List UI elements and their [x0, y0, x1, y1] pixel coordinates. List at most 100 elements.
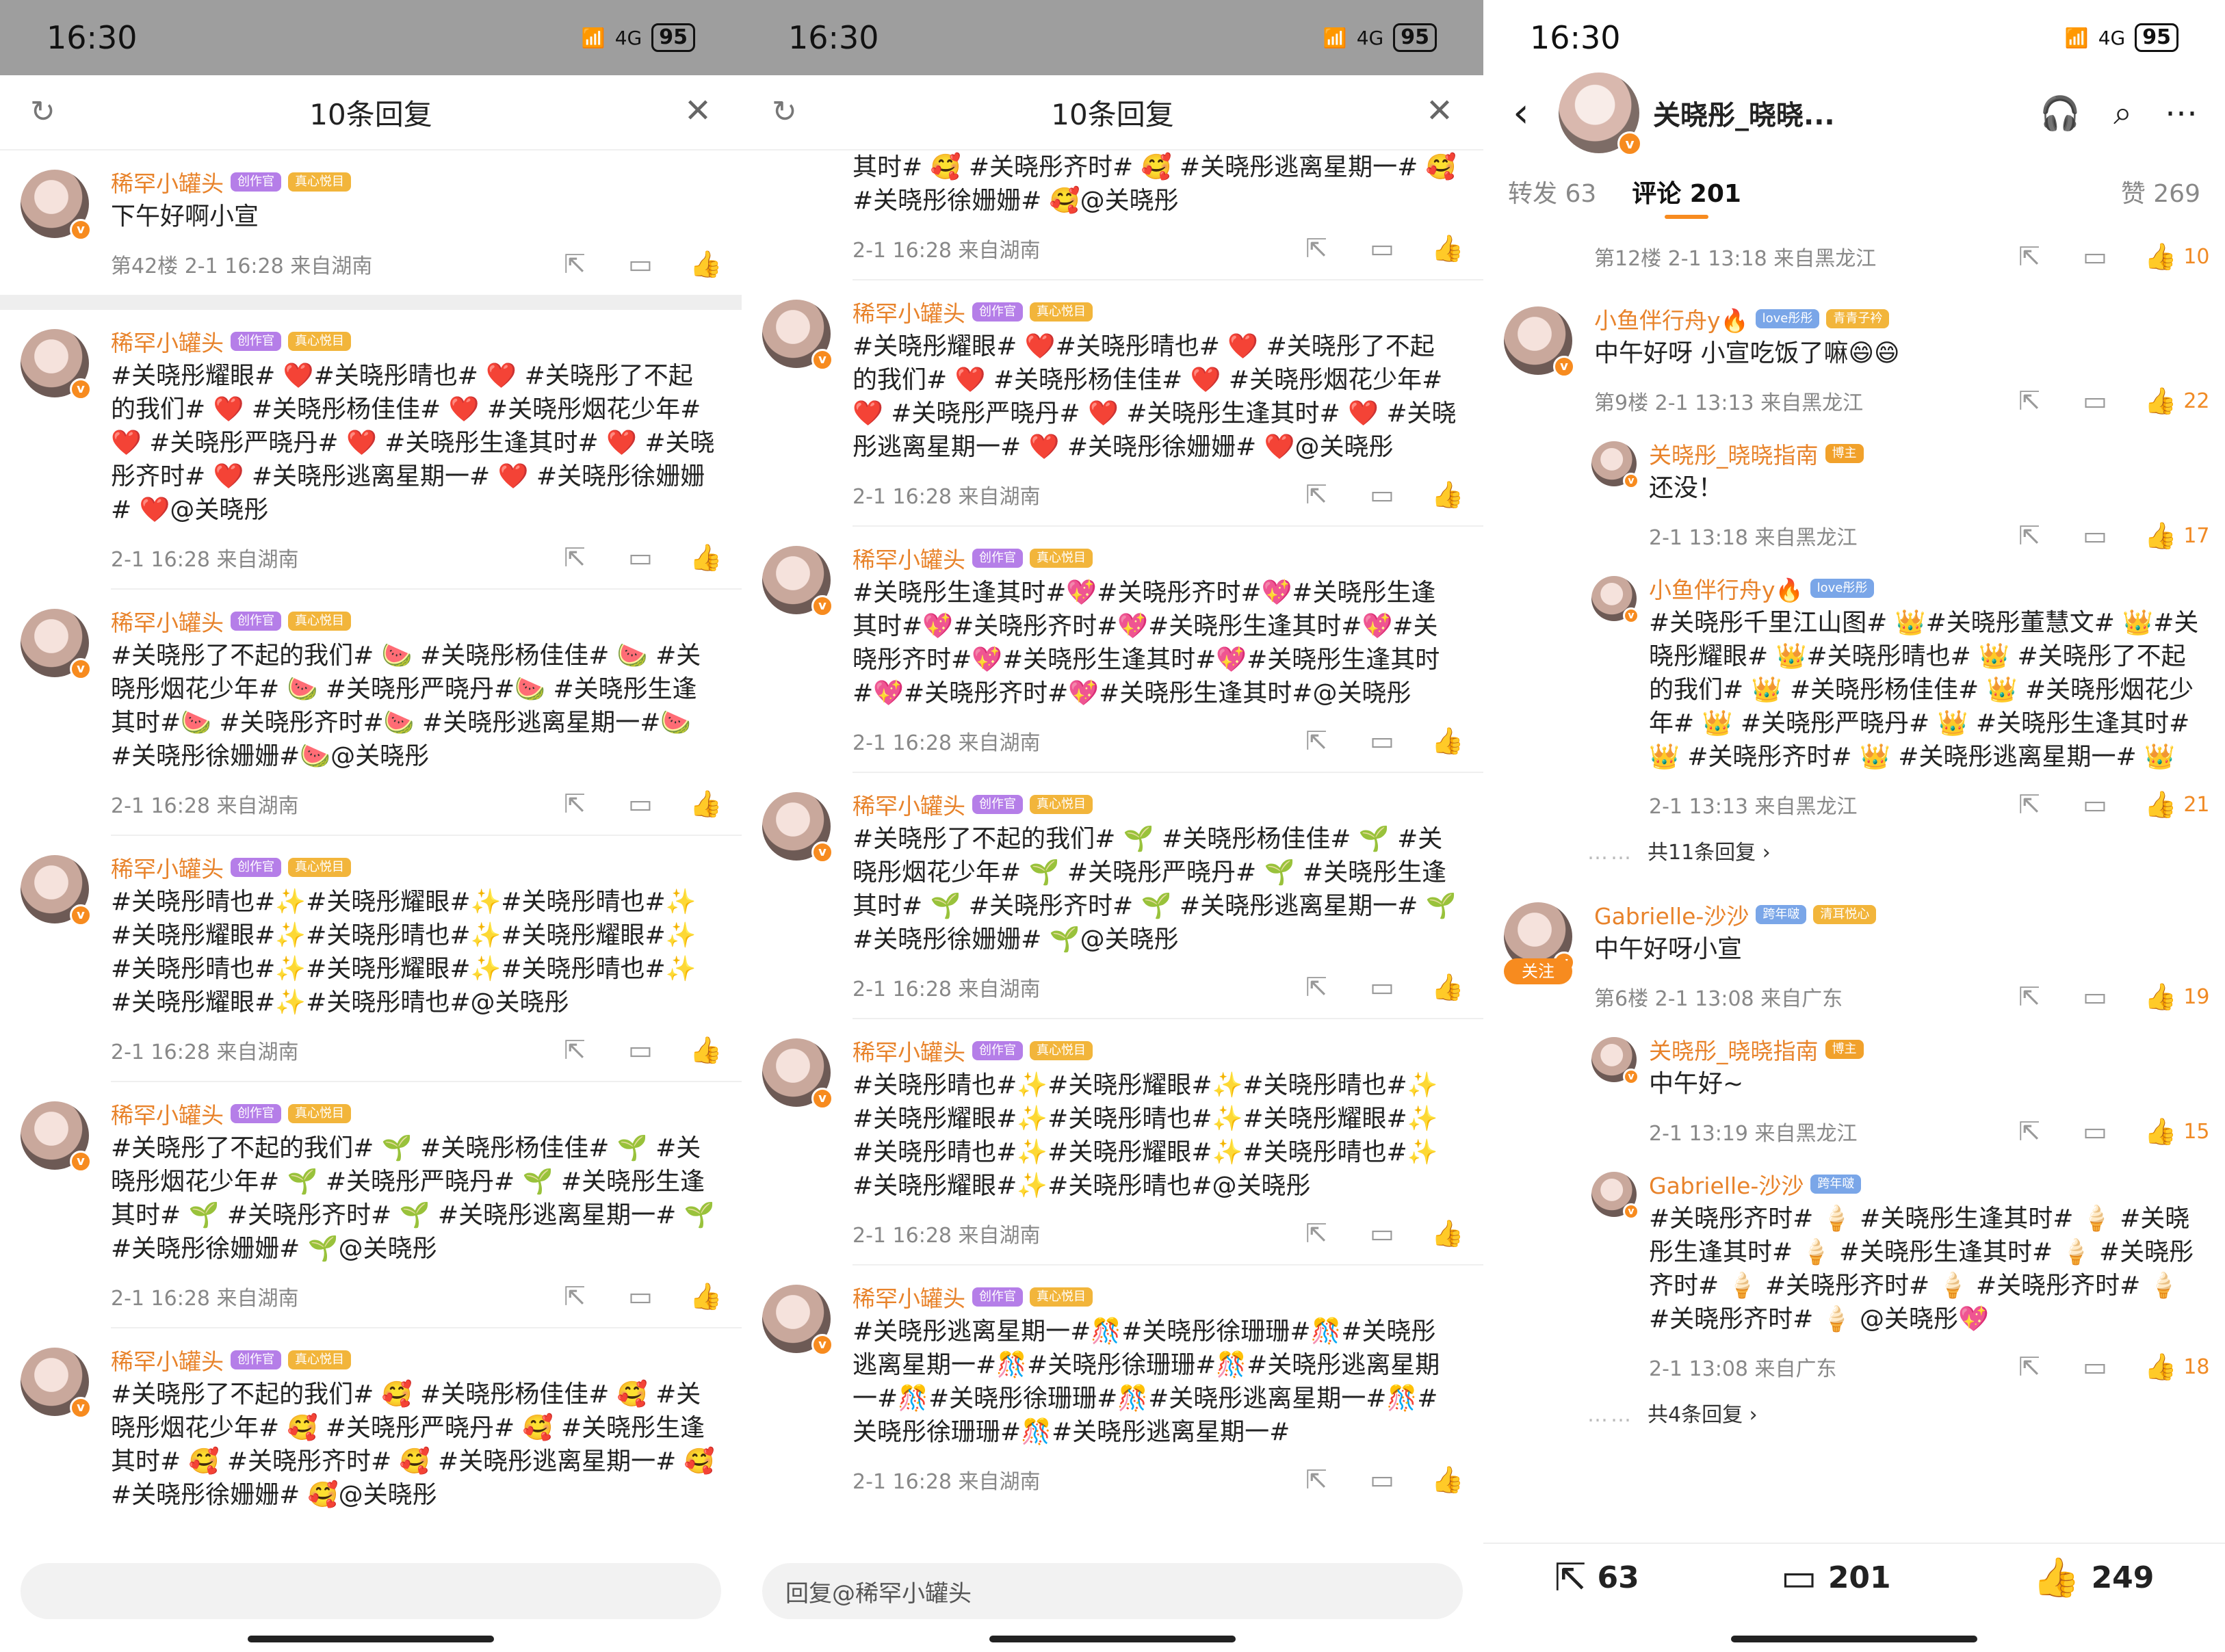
like-button[interactable]: 👍 22: [2144, 386, 2210, 417]
reply-input[interactable]: [21, 1563, 721, 1619]
share-icon[interactable]: ⇱: [558, 541, 591, 574]
comment-button[interactable]: ▭ 201: [1781, 1556, 1891, 1600]
home-indicator[interactable]: [989, 1636, 1236, 1642]
home-indicator[interactable]: [1731, 1636, 1977, 1642]
like-button[interactable]: 👍 249: [2033, 1555, 2155, 1600]
like-icon[interactable]: 👍: [1431, 1463, 1464, 1496]
tab-comments[interactable]: 评论 201: [1632, 174, 1741, 219]
comment-icon[interactable]: ▭: [624, 787, 657, 820]
repost-button[interactable]: ⇱ 63: [1554, 1556, 1639, 1600]
reply-input[interactable]: 回复@稀罕小罐头: [762, 1563, 1463, 1619]
more-replies-link[interactable]: …… 共4条回复 ›: [1483, 1398, 2225, 1445]
refresh-icon[interactable]: ↻: [30, 96, 63, 129]
comment-icon[interactable]: ▭: [1366, 1217, 1398, 1250]
avatar[interactable]: v: [21, 170, 92, 241]
share-icon[interactable]: ⇱: [2013, 519, 2046, 552]
comment-icon[interactable]: ▭: [624, 1280, 657, 1313]
close-icon[interactable]: ✕: [1423, 94, 1456, 127]
like-icon[interactable]: 👍: [690, 541, 723, 574]
like-button[interactable]: 👍 21: [2144, 789, 2210, 820]
author-avatar[interactable]: v: [1559, 73, 1642, 156]
username[interactable]: 稀罕小罐头: [853, 296, 965, 328]
username[interactable]: Gabrielle-沙沙: [1594, 898, 1749, 931]
avatar[interactable]: v: [762, 546, 833, 617]
share-icon[interactable]: ⇱: [2013, 384, 2046, 417]
comment-icon[interactable]: ▭: [2079, 788, 2111, 821]
like-icon[interactable]: 👍: [1431, 971, 1464, 1004]
username[interactable]: 稀罕小罐头: [853, 542, 965, 575]
share-icon[interactable]: ⇱: [558, 248, 591, 280]
comment-icon[interactable]: ▭: [1366, 478, 1398, 511]
reply-avatar[interactable]: v: [1591, 576, 1639, 624]
reply-avatar[interactable]: v: [1591, 1172, 1639, 1220]
reply-avatar[interactable]: v: [1591, 441, 1639, 489]
username[interactable]: 关晓彤_晓晓指南: [1649, 1033, 1819, 1066]
search-icon[interactable]: ⌕: [2113, 94, 2132, 133]
share-icon[interactable]: ⇱: [1300, 478, 1333, 511]
tab-likes[interactable]: 赞 269: [2121, 174, 2200, 209]
refresh-icon[interactable]: ↻: [772, 96, 805, 129]
like-icon[interactable]: 👍: [690, 1280, 723, 1313]
username[interactable]: 稀罕小罐头: [111, 1097, 224, 1130]
share-icon[interactable]: ⇱: [1300, 232, 1333, 265]
tab-repost[interactable]: 转发 63: [1508, 174, 1596, 209]
home-indicator[interactable]: [248, 1636, 494, 1642]
like-icon[interactable]: 👍: [1431, 232, 1464, 265]
share-icon[interactable]: ⇱: [2013, 1115, 2046, 1148]
comment-icon[interactable]: ▭: [624, 1034, 657, 1066]
more-replies-link[interactable]: …… 共11条回复 ›: [1483, 835, 2225, 883]
avatar[interactable]: v: [762, 1038, 833, 1110]
share-icon[interactable]: ⇱: [1300, 1463, 1333, 1496]
close-icon[interactable]: ✕: [681, 94, 714, 127]
share-icon[interactable]: ⇱: [2013, 788, 2046, 821]
username[interactable]: 稀罕小罐头: [111, 1343, 224, 1376]
avatar[interactable]: v: [762, 792, 833, 863]
like-button[interactable]: 👍 15: [2144, 1116, 2210, 1147]
comment-icon[interactable]: ▭: [2079, 980, 2111, 1013]
share-icon[interactable]: ⇱: [558, 1034, 591, 1066]
username[interactable]: 稀罕小罐头: [111, 166, 224, 198]
comment-icon[interactable]: ▭: [1366, 724, 1398, 757]
share-icon[interactable]: ⇱: [2013, 1350, 2046, 1383]
avatar[interactable]: v: [762, 300, 833, 371]
username[interactable]: 小鱼伴行舟y🔥: [1649, 572, 1804, 605]
more-icon[interactable]: ⋯: [2165, 94, 2198, 133]
avatar[interactable]: v: [21, 855, 92, 926]
like-icon[interactable]: 👍: [1431, 724, 1464, 757]
comment-icon[interactable]: ▭: [2079, 519, 2111, 552]
like-icon[interactable]: 👍: [1431, 478, 1464, 511]
like-button[interactable]: 👍 18: [2144, 1352, 2210, 1382]
author-name[interactable]: 关晓彤_晓晓...: [1653, 93, 2040, 133]
like-button[interactable]: 👍 19: [2144, 982, 2210, 1012]
share-icon[interactable]: ⇱: [2013, 980, 2046, 1013]
like-button[interactable]: 👍 10: [2144, 241, 2210, 272]
reply-avatar[interactable]: v: [1591, 1037, 1639, 1085]
comment-icon[interactable]: ▭: [1366, 971, 1398, 1004]
share-icon[interactable]: ⇱: [1300, 971, 1333, 1004]
comment-icon[interactable]: ▭: [624, 248, 657, 280]
comment-icon[interactable]: ▭: [2079, 1115, 2111, 1148]
username[interactable]: 稀罕小罐头: [853, 788, 965, 821]
username[interactable]: 稀罕小罐头: [853, 1281, 965, 1313]
share-icon[interactable]: ⇱: [2013, 240, 2046, 273]
like-icon[interactable]: 👍: [690, 248, 723, 280]
avatar[interactable]: v: [21, 1348, 92, 1419]
avatar[interactable]: v: [21, 609, 92, 680]
avatar[interactable]: v: [1504, 306, 1575, 378]
comment-icon[interactable]: ▭: [2079, 240, 2111, 273]
follow-button[interactable]: 关注: [1504, 958, 1572, 984]
comment-icon[interactable]: ▭: [2079, 384, 2111, 417]
listen-icon[interactable]: 🎧: [2040, 94, 2081, 133]
avatar[interactable]: v: [21, 329, 92, 400]
share-icon[interactable]: ⇱: [1300, 1217, 1333, 1250]
comment-icon[interactable]: ▭: [1366, 1463, 1398, 1496]
share-icon[interactable]: ⇱: [558, 1280, 591, 1313]
comment-icon[interactable]: ▭: [2079, 1350, 2111, 1383]
username[interactable]: 稀罕小罐头: [111, 605, 224, 638]
avatar[interactable]: v: [762, 1285, 833, 1356]
username[interactable]: 稀罕小罐头: [111, 325, 224, 358]
like-icon[interactable]: 👍: [690, 787, 723, 820]
comment-icon[interactable]: ▭: [624, 541, 657, 574]
avatar[interactable]: v: [21, 1101, 92, 1172]
username[interactable]: 关晓彤_晓晓指南: [1649, 437, 1819, 470]
